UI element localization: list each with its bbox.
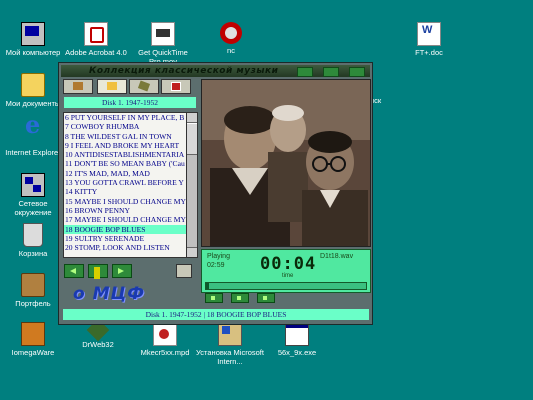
track-item[interactable]: 15 MAYBE I SHOULD CHANGE MY [64,197,186,206]
playback-display: Playing 02:59 00:04 time D1t18.wav [201,249,371,293]
folder-icon [21,73,45,97]
desktop-icon-acrobat[interactable]: Adobe Acrobat 4.0 [61,22,131,57]
desktop-icon-quicktime[interactable]: Get QuickTime Pro.mov [128,22,198,66]
status-bar: Disk 1. 1947-1952 | 18 BOOGIE BOP BLUES [63,309,369,320]
track-item[interactable]: 12 IT'S MAD, MAD, MAD [64,169,186,178]
desktop-icon-label: Установка Microsoft Intern... [196,348,264,366]
maximize-button[interactable] [323,67,339,77]
track-item[interactable]: 13 YOU GOTTA CRAWL BEFORE Y [64,178,186,187]
photo-image [202,80,370,246]
desktop-icon-drweb[interactable]: DrWeb32 [63,318,133,349]
pdf-icon [84,22,108,46]
desktop-icon-nc[interactable]: nc [196,22,266,55]
desktop-icon-mpd[interactable]: Mkecr5xx.mpd [130,322,200,357]
playback-state: Playing [207,253,230,260]
progress-fill [206,283,210,289]
transport-controls [201,293,369,303]
desktop-icon-label: 56x_9x.exe [277,348,317,357]
desktop-icon-ie-setup[interactable]: Установка Microsoft Intern... [195,322,265,366]
track-item[interactable]: 9 I FEEL AND BROKE MY HEART [64,141,186,150]
select-button[interactable] [88,264,108,279]
play-button[interactable] [205,293,223,303]
current-time: 00:04 [260,254,317,274]
track-item[interactable]: 19 SULTRY SERENADE [64,234,186,243]
track-item[interactable]: 7 COWBOY RHUMBA [64,122,186,131]
briefcase-icon [21,273,45,297]
close-button[interactable] [349,67,365,77]
toolbar-tabs [63,79,197,94]
desktop-icon-56x-exe[interactable]: 56x_9x.exe [262,322,332,357]
time-label: time [282,273,294,279]
tab-book-icon[interactable] [63,79,93,94]
mcf-logo: о МЦФ [73,284,146,304]
mpd-file-icon [153,322,177,346]
window-title: Коллекция классической музыки [89,66,279,76]
desktop-icon-label: FT+.doc [415,48,443,57]
desktop-icon-iomegaware[interactable]: IomegaWare [0,322,68,357]
network-icon [21,173,45,197]
progress-bar[interactable] [205,282,367,290]
desktop-icon-label: Mkecr5xx.mpd [140,348,190,357]
disk-title: Disk 1. 1947-1952 [64,97,196,108]
minimize-button[interactable] [297,67,313,77]
scroll-down-arrow-icon[interactable] [187,247,197,257]
next-button[interactable] [112,264,132,278]
tab-print-icon[interactable] [161,79,191,94]
track-item[interactable]: 6 PUT YOURSELF IN MY PLACE, B [64,113,186,122]
title-bar[interactable]: Коллекция классической музыки [61,65,370,77]
track-item[interactable]: 18 BOOGIE BOP BLUES [64,224,186,234]
list-controls [64,264,194,279]
album-photo [201,79,371,247]
desktop-icon-label: nc [227,46,235,55]
pause-button[interactable] [231,293,249,303]
track-list-scrollbar[interactable] [186,112,198,258]
internet-explorer-icon [22,120,44,146]
total-time: 02:59 [207,262,225,269]
track-item[interactable]: 10 ANTIDISESTABLISHMENTARIA [64,150,186,159]
recycle-bin-icon [23,223,43,247]
desktop-icon-label: Adobe Acrobat 4.0 [65,48,127,57]
scroll-thumb[interactable] [187,123,197,155]
tab-tools-icon[interactable] [129,79,159,94]
track-item[interactable]: 16 BROWN PENNY [64,206,186,215]
desktop-icon-ft-doc[interactable]: FT+.doc [394,22,464,57]
track-item[interactable]: 17 MAYBE I SHOULD CHANGE MY [64,215,186,224]
desktop-icon-label: Мой компьютер [5,48,61,57]
previous-button[interactable] [64,264,84,278]
desktop-icon-my-computer[interactable]: Мой компьютер [0,22,68,57]
track-list[interactable]: 6 PUT YOURSELF IN MY PLACE, B7 COWBOY RH… [63,112,187,258]
track-item[interactable]: 11 DON'T BE SO MEAN BABY ('Cau [64,159,186,168]
desktop-icon-label: Сетевое окружение [14,199,52,217]
tab-folder-icon[interactable] [97,79,127,94]
track-item[interactable]: 20 STOMP, LOOK AND LISTEN [64,243,186,252]
stop-button[interactable] [257,293,275,303]
music-player-window: Коллекция классической музыки Disk 1. 19… [58,62,373,325]
word-document-icon [417,22,441,46]
exe-window-icon [285,322,309,346]
scroll-up-arrow-icon[interactable] [187,113,197,123]
iomega-icon [21,322,45,346]
track-item[interactable]: 14 KITTY [64,187,186,196]
desktop-icon-label: IomegaWare [11,348,55,357]
movie-icon [151,22,175,46]
export-button[interactable] [176,264,192,278]
nc-icon [220,22,242,44]
track-item[interactable]: 8 THE WILDEST GAL IN TOWN [64,132,186,141]
file-name: D1t18.wav [320,253,354,260]
desktop-icon-label: DrWeb32 [82,340,114,349]
setup-icon [218,322,242,346]
computer-icon [21,22,45,46]
